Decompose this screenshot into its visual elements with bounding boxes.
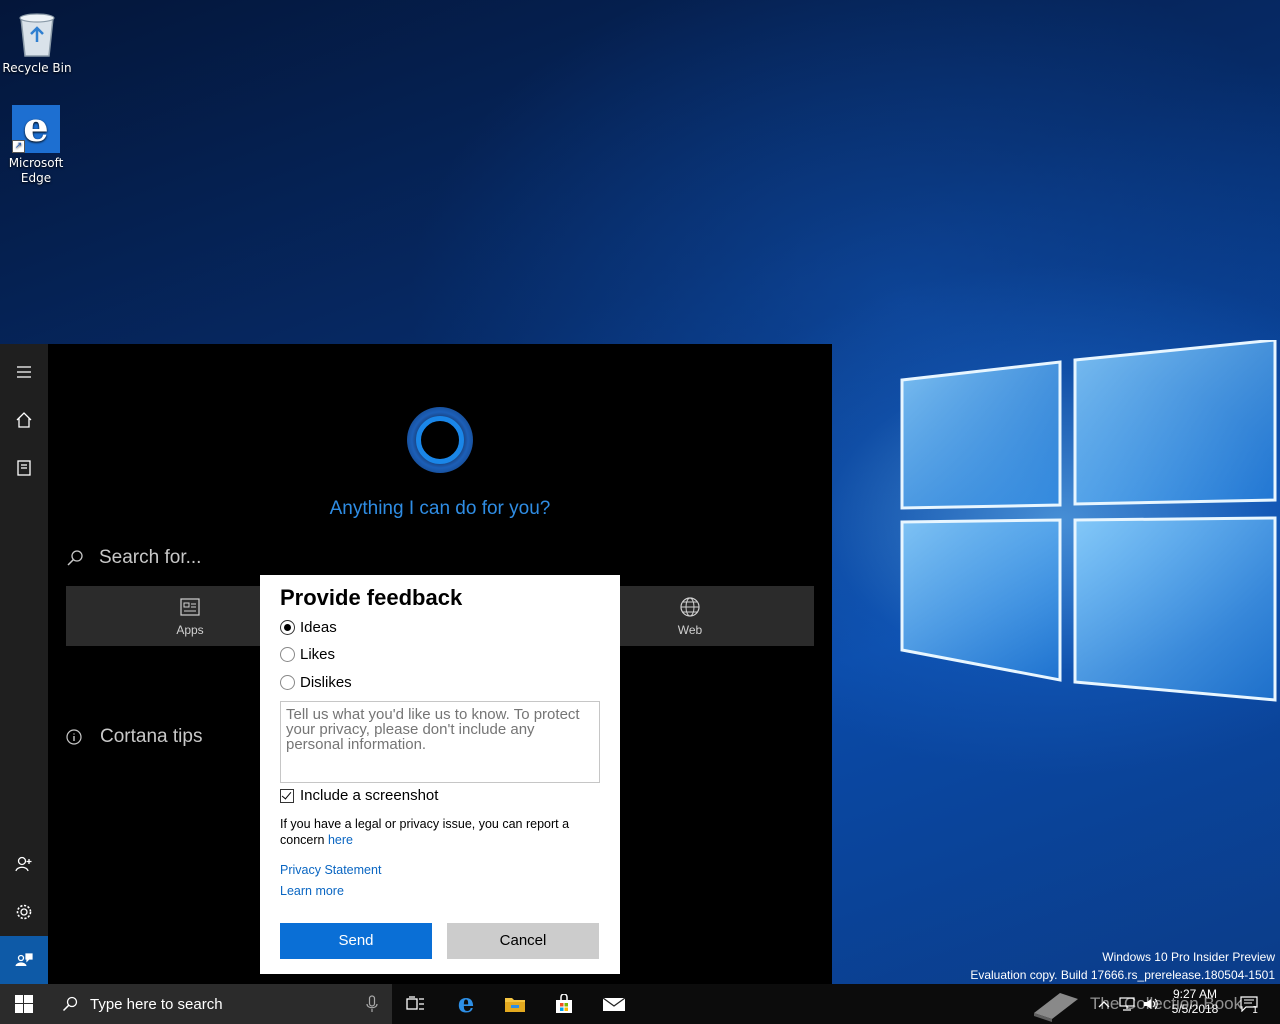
- taskbar-store-button[interactable]: [540, 984, 588, 1024]
- taskbar-edge-button[interactable]: e: [442, 984, 490, 1024]
- recycle-bin-icon: [12, 8, 62, 58]
- cortana-tips-label: Cortana tips: [100, 726, 203, 747]
- volume-tray-button[interactable]: [1140, 984, 1162, 1024]
- network-icon: [1119, 997, 1135, 1011]
- desktop-icon-recycle-bin[interactable]: Recycle Bin: [1, 8, 73, 76]
- cortana-search[interactable]: Search for...: [66, 547, 201, 569]
- radio-dislikes[interactable]: Dislikes: [280, 674, 352, 691]
- filter-apps[interactable]: Apps: [130, 586, 250, 646]
- store-icon: [556, 994, 572, 1013]
- radio-button[interactable]: [280, 620, 295, 635]
- edge-icon: e ↗: [12, 105, 60, 153]
- start-button[interactable]: [0, 984, 48, 1024]
- build-watermark-line2: Evaluation copy. Build 17666.rs_prerelea…: [970, 968, 1275, 982]
- radio-button[interactable]: [280, 675, 295, 690]
- mail-icon: [602, 997, 626, 1011]
- include-screenshot-checkbox[interactable]: [280, 788, 294, 803]
- file-explorer-icon: [505, 998, 525, 1012]
- filter-web-label: Web: [677, 623, 703, 637]
- cortana-prompt: Anything I can do for you?: [329, 498, 551, 519]
- radio-label: Likes: [300, 646, 336, 663]
- feedback-textarea[interactable]: [280, 701, 600, 783]
- radio-likes[interactable]: Likes: [280, 646, 335, 663]
- task-view-icon: [406, 996, 424, 1010]
- include-screenshot-label: Include a screenshot: [300, 787, 439, 804]
- provide-feedback-dialog: Provide feedback Ideas Likes Dislikes In…: [260, 575, 620, 974]
- filter-apps-label: Apps: [176, 623, 204, 637]
- radio-button[interactable]: [280, 647, 295, 662]
- taskbar-search-box[interactable]: Type here to search: [48, 984, 392, 1024]
- cortana-tips[interactable]: Cortana tips: [66, 726, 202, 748]
- feedback-icon[interactable]: [0, 936, 48, 984]
- search-icon: [67, 550, 83, 566]
- cancel-button[interactable]: Cancel: [447, 923, 599, 959]
- send-button[interactable]: Send: [280, 923, 432, 959]
- taskbar-search-placeholder: Type here to search: [90, 995, 223, 1013]
- add-account-icon[interactable]: [0, 840, 48, 888]
- taskbar-mail-button[interactable]: [590, 984, 638, 1024]
- legal-notice: If you have a legal or privacy issue, yo…: [280, 816, 600, 848]
- book-logo-icon: [1034, 993, 1078, 1022]
- notebook-icon[interactable]: [0, 444, 48, 492]
- apps-icon: [180, 598, 200, 616]
- show-hidden-icons-button[interactable]: [1094, 984, 1114, 1024]
- filter-web[interactable]: Web: [630, 586, 750, 646]
- include-screenshot-checkbox-row[interactable]: Include a screenshot: [280, 787, 438, 804]
- home-icon[interactable]: [0, 396, 48, 444]
- desktop-icon-label: Recycle Bin: [2, 61, 72, 75]
- action-center-button[interactable]: 1: [1234, 984, 1264, 1024]
- notification-count-badge: 1: [1251, 1004, 1259, 1016]
- radio-label: Dislikes: [300, 674, 352, 691]
- taskbar-file-explorer-button[interactable]: [491, 984, 539, 1024]
- clock-time: 9:27 AM: [1172, 987, 1218, 1001]
- cortana-ring-icon: [407, 407, 473, 473]
- edge-icon: e: [457, 989, 475, 1019]
- desktop-icon-edge[interactable]: e ↗ Microsoft Edge: [0, 105, 72, 186]
- network-tray-button[interactable]: [1116, 984, 1138, 1024]
- search-icon: [62, 996, 78, 1012]
- taskbar-clock[interactable]: 9:27 AM 5/5/2018: [1160, 987, 1230, 1017]
- globe-icon: [680, 597, 700, 617]
- volume-icon: [1144, 998, 1158, 1010]
- windows-logo-wallpaper: [900, 340, 1277, 702]
- cortana-rail: [0, 344, 48, 984]
- cortana-search-placeholder: Search for...: [99, 547, 202, 568]
- privacy-statement-link[interactable]: Privacy Statement: [280, 863, 381, 877]
- settings-icon[interactable]: [0, 888, 48, 936]
- windows-start-icon: [15, 995, 33, 1013]
- legal-text: If you have a legal or privacy issue, yo…: [280, 817, 570, 847]
- hamburger-menu-icon[interactable]: [0, 348, 48, 396]
- info-icon: [66, 729, 82, 745]
- learn-more-link[interactable]: Learn more: [280, 884, 344, 898]
- dialog-title: Provide feedback: [280, 585, 463, 610]
- shortcut-arrow-icon: ↗: [12, 140, 25, 153]
- microphone-icon[interactable]: [366, 995, 378, 1013]
- taskbar: Type here to search e The Collection Boo…: [0, 984, 1280, 1024]
- chevron-up-icon: [1098, 1001, 1110, 1008]
- task-view-button[interactable]: [392, 984, 440, 1024]
- report-concern-link[interactable]: here: [328, 833, 353, 847]
- radio-label: Ideas: [300, 619, 337, 636]
- radio-ideas[interactable]: Ideas: [280, 619, 337, 636]
- clock-date: 5/5/2018: [1171, 1002, 1219, 1016]
- desktop-icon-label: Microsoft Edge: [8, 156, 64, 185]
- build-watermark-line1: Windows 10 Pro Insider Preview: [1102, 950, 1275, 964]
